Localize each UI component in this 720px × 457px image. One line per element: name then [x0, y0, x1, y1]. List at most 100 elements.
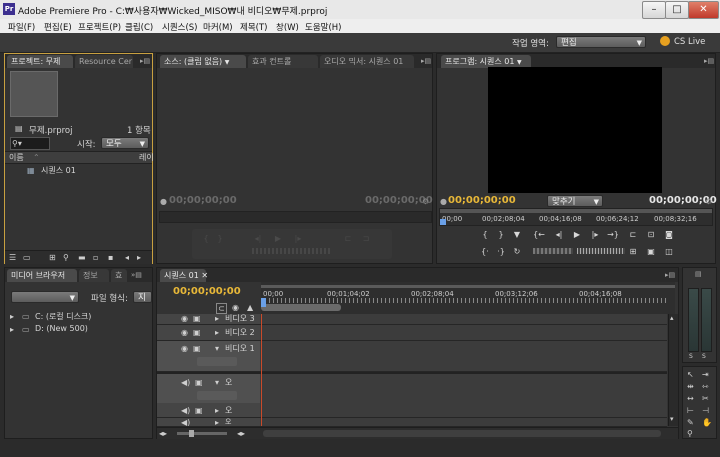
extract-icon[interactable]: ⊡ — [645, 229, 657, 240]
step-forward-icon[interactable]: |▸ — [292, 233, 304, 244]
expand-arrow-icon[interactable]: ▸ — [215, 314, 219, 323]
list-item[interactable]: ▸ ▭ D: (New 500) — [5, 323, 152, 335]
panel-menu-icon[interactable]: ▸▤ — [421, 57, 431, 65]
jog-dial[interactable] — [577, 248, 625, 254]
sync-lock-icon[interactable]: ▣ — [193, 344, 201, 353]
mark-out-icon[interactable]: } — [495, 229, 507, 240]
solo-right-icon[interactable]: S — [702, 352, 706, 361]
zoom-out-icon[interactable]: ◂▸ — [159, 429, 167, 438]
menu-title[interactable]: 제목(T) — [240, 21, 267, 33]
column-name-header[interactable]: 이름 — [9, 152, 24, 163]
trim-monitor-icon[interactable]: ⊞ — [627, 246, 639, 257]
automate-icon[interactable]: ⊞ — [49, 253, 56, 262]
tab-sequence[interactable]: 시퀀스 01 ✕ — [160, 269, 208, 282]
solo-left-icon[interactable]: S — [689, 352, 693, 361]
list-view-icon[interactable]: ☰ — [9, 253, 16, 262]
zoom-tool-icon[interactable]: ⚲ — [687, 429, 693, 438]
menu-project[interactable]: 프로젝트(P) — [78, 21, 121, 33]
menu-sequence[interactable]: 시퀀스(S) — [162, 21, 198, 33]
settings-icon[interactable]: ⚙ — [422, 197, 429, 206]
tab-audio-mixer[interactable]: 오디오 믹서: 시퀀스 01 — [320, 55, 414, 68]
icon-view-icon[interactable]: ▭ — [23, 253, 31, 262]
search-input[interactable]: ⚲▾ — [10, 137, 50, 150]
location-dropdown[interactable]: ▼ — [11, 291, 79, 303]
sync-lock-icon[interactable]: ▣ — [195, 406, 203, 415]
go-to-out-icon[interactable]: →} — [607, 229, 619, 240]
pen-tool-icon[interactable]: ✎ — [687, 418, 694, 427]
tab-media-browser[interactable]: 미디어 브라우저 — [7, 269, 77, 282]
panel-menu-icon[interactable]: ▸▤ — [665, 271, 675, 279]
track-select-tool-icon[interactable]: ⇥ — [702, 370, 709, 379]
minimize-button[interactable]: – — [642, 1, 666, 19]
program-timecode-left[interactable]: 00;00;00;00 — [448, 195, 516, 206]
zoom-slider-handle[interactable] — [189, 430, 194, 437]
fit-dropdown[interactable]: 맞추기 ▼ — [547, 195, 603, 207]
eye-icon[interactable]: ◉ — [181, 328, 188, 337]
timeline-vertical-scrollbar[interactable]: ▴ ▾ — [668, 314, 678, 426]
tab-resource-central[interactable]: Resource Cer — [75, 55, 133, 68]
work-area-bar[interactable] — [261, 285, 675, 288]
go-to-next-edit-icon[interactable]: ·} — [495, 246, 507, 257]
cs-live-link[interactable]: CS Live — [674, 37, 705, 47]
cs-live-icon[interactable] — [660, 36, 670, 46]
panel-menu-icon[interactable]: ▤ — [695, 270, 702, 278]
step-back-icon[interactable]: ◂| — [252, 233, 264, 244]
expand-arrow-icon[interactable]: ▸ — [215, 418, 219, 426]
sync-lock-icon[interactable]: ▣ — [193, 314, 201, 323]
speaker-icon[interactable]: ◀) — [181, 378, 190, 387]
set-marker-icon[interactable]: ◉ — [232, 303, 239, 312]
settings-icon[interactable]: ⚙ — [705, 197, 712, 206]
panel-menu-icon[interactable]: ▸▤ — [704, 57, 714, 65]
mark-in-icon[interactable]: { — [200, 233, 212, 244]
clear-icon[interactable]: ▪ — [108, 253, 113, 262]
start-dropdown[interactable]: 모두 ▼ — [101, 137, 149, 149]
tab-effect-controls[interactable]: 효과 컨트롤 — [248, 55, 318, 68]
program-time-ruler[interactable]: 00;00 00;02;08;04 00;04;16;08 00;06;24;1… — [439, 208, 713, 226]
tab-project[interactable]: 프로젝트: 무제 — [7, 55, 73, 68]
tab-info[interactable]: 정보 — [79, 269, 109, 282]
go-to-prev-edit-icon[interactable]: {· — [479, 246, 491, 257]
mark-out-icon[interactable]: } — [214, 233, 226, 244]
workspace-dropdown[interactable]: 편집 ▼ — [556, 36, 646, 48]
play-icon[interactable]: ▶ — [272, 233, 284, 244]
marker-icon[interactable]: ▲ — [247, 303, 253, 312]
slide-tool-icon[interactable]: ⊣ — [702, 406, 709, 415]
panel-menu-icon[interactable]: ▸▤ — [140, 57, 150, 65]
timeline-timecode[interactable]: 00;00;00;00 — [173, 286, 241, 297]
program-playhead[interactable] — [440, 219, 446, 225]
tab-source[interactable]: 소스: (클립 없음) ▼ — [160, 55, 246, 68]
zoom-scroll-bar[interactable] — [261, 304, 341, 311]
eye-icon[interactable]: ◉ — [181, 344, 188, 353]
shuttle-slider[interactable] — [533, 248, 573, 254]
collapse-arrow-icon[interactable]: ▾ — [215, 344, 219, 353]
step-forward-icon[interactable]: |▸ — [589, 229, 601, 240]
zoom-in-icon[interactable]: ◂▸ — [237, 429, 245, 438]
sync-lock-icon[interactable]: ▣ — [193, 328, 201, 337]
loop-icon[interactable]: ↻ — [511, 246, 523, 257]
menu-window[interactable]: 창(W) — [276, 21, 299, 33]
track-keyframe-controls[interactable] — [197, 391, 237, 400]
insert-icon[interactable]: ⊏ — [342, 233, 354, 244]
work-area-bar[interactable] — [440, 209, 712, 213]
tab-effects[interactable]: 효 — [111, 269, 127, 282]
timeline-time-ruler[interactable]: 00;00 00;01;04;02 00;02;08;04 00;03;12;0… — [261, 282, 675, 314]
menu-clip[interactable]: 클립(C) — [125, 21, 153, 33]
maximize-button[interactable]: □ — [665, 1, 689, 19]
overlay-icon[interactable]: ⊐ — [360, 233, 372, 244]
step-back-icon[interactable]: ◂| — [553, 229, 565, 240]
collapse-arrow-icon[interactable]: ▾ — [215, 378, 219, 387]
scroll-left-icon[interactable]: ◂ — [125, 253, 129, 262]
safe-margins-icon[interactable]: ▣ — [645, 246, 657, 257]
list-item[interactable]: ▦ 시퀀스 01 — [5, 164, 152, 176]
scroll-up-icon[interactable]: ▴ — [670, 314, 674, 323]
source-time-ruler[interactable] — [159, 211, 432, 223]
scroll-right-icon[interactable]: ▸ — [137, 253, 141, 262]
column-label-header[interactable]: 레이 — [139, 152, 154, 163]
expand-arrow-icon[interactable]: ▸ — [10, 312, 14, 321]
timeline-horizontal-scrollbar[interactable] — [263, 430, 661, 437]
export-frame-icon[interactable]: ◙ — [663, 229, 675, 240]
slip-tool-icon[interactable]: ⊢ — [687, 406, 694, 415]
sync-lock-icon[interactable]: ▣ — [195, 378, 203, 387]
mark-in-icon[interactable]: { — [479, 229, 491, 240]
menu-file[interactable]: 파일(F) — [8, 21, 35, 33]
